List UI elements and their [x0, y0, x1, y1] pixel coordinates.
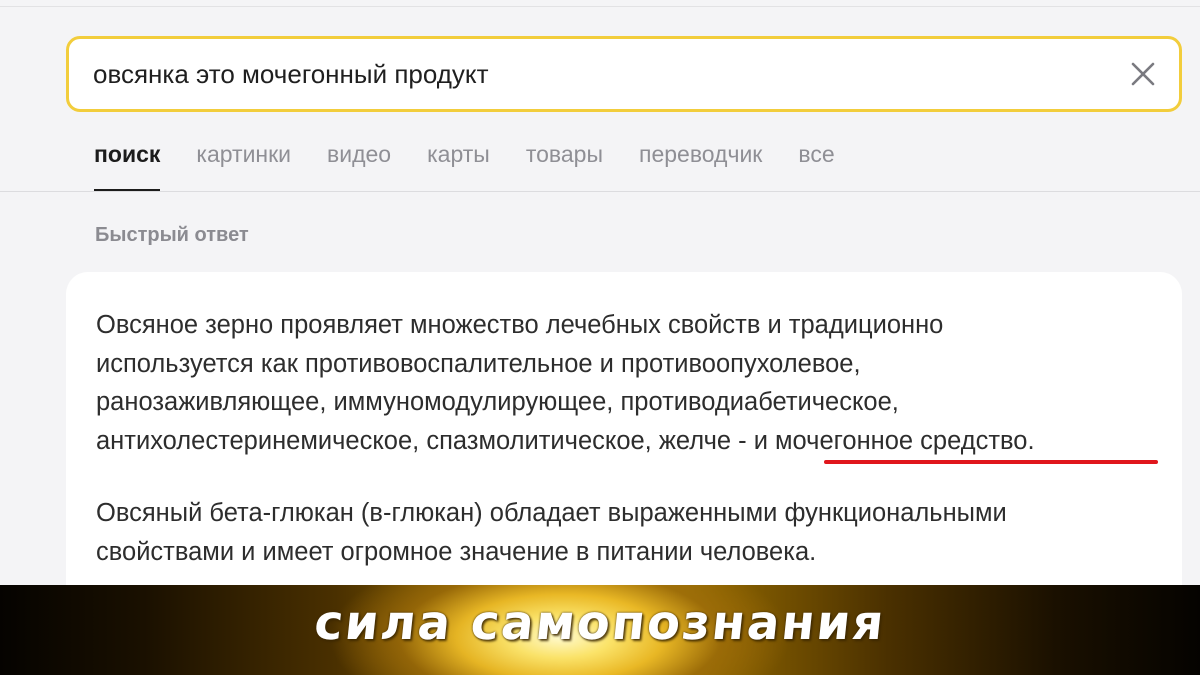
red-underline-annotation — [824, 460, 1158, 464]
clear-search-button[interactable] — [1127, 58, 1159, 90]
tab-translator[interactable]: переводчик — [639, 138, 762, 192]
quick-answer-paragraph-2: Овсяный бета-глюкан (в-глюкан) обладает … — [96, 499, 1007, 566]
tab-search[interactable]: поиск — [94, 138, 161, 192]
tab-maps[interactable]: карты — [427, 138, 490, 192]
banner-text: сила самопознания — [311, 595, 889, 651]
tab-video[interactable]: видео — [327, 138, 391, 192]
close-icon — [1131, 62, 1155, 86]
tab-products[interactable]: товары — [526, 138, 603, 192]
tab-all[interactable]: все — [798, 138, 834, 192]
quick-answer-title: Быстрый ответ — [95, 224, 249, 246]
channel-banner: сила самопознания — [0, 585, 1200, 675]
top-divider — [0, 6, 1200, 7]
search-tabs: поиск картинки видео карты товары перево… — [94, 138, 871, 192]
quick-answer-paragraph-1: Овсяное зерно проявляет множество лечебн… — [96, 311, 1035, 455]
search-input[interactable] — [93, 39, 1093, 109]
quick-answer-card: Овсяное зерно проявляет множество лечебн… — [66, 272, 1182, 612]
search-box[interactable] — [66, 36, 1182, 112]
tab-images[interactable]: картинки — [196, 138, 291, 192]
tabs-divider — [0, 191, 1200, 192]
